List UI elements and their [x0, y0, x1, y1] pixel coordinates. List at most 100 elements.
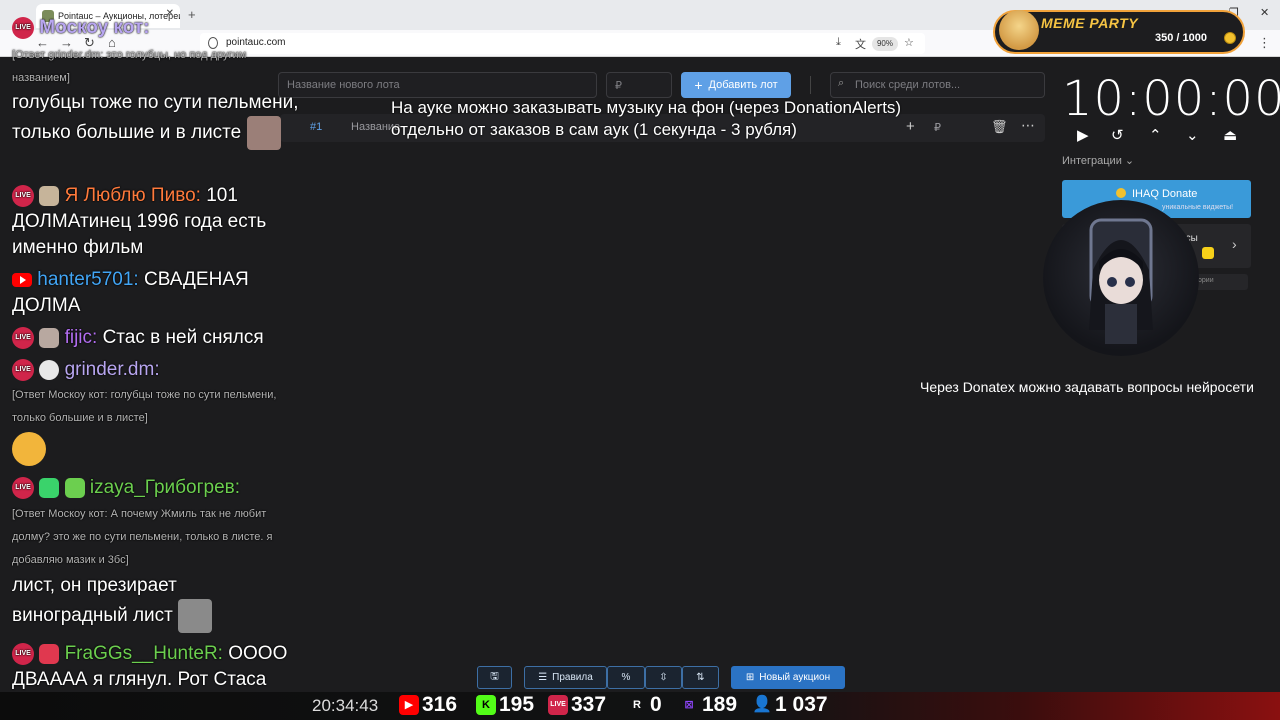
- integrations-label: Интеграции: [1062, 155, 1122, 167]
- lot-add-amount-icon[interactable]: +: [906, 118, 915, 135]
- chat-text-body: лист, он презирает виноградный лист: [12, 575, 177, 627]
- total-count: 1 037: [775, 693, 828, 716]
- percent-button[interactable]: %: [607, 666, 645, 689]
- delete-lot-icon[interactable]: 🗑: [991, 119, 1008, 135]
- chat-message: LIVE Я Люблю Пиво: 101 ДОЛМАтинец 1996 г…: [12, 183, 304, 261]
- percent-icon: %: [621, 672, 631, 683]
- save-icon: 🖫: [490, 671, 499, 682]
- green-badge-icon: [39, 477, 60, 498]
- kick-viewers: K 195: [476, 693, 534, 717]
- vk-live-icon: LIVE: [12, 16, 34, 39]
- twitch-viewers: ⊠ 189: [679, 693, 737, 717]
- add-lot-label: Добавить лот: [708, 79, 778, 91]
- mask-badge-icon: [39, 359, 60, 380]
- rules-button[interactable]: ☰ Правила: [524, 666, 607, 689]
- chat-message: LIVE izaya_Грибогрев:: [12, 475, 240, 501]
- rules-icon: ☰: [538, 672, 548, 683]
- total-viewers: 👤 1 037: [752, 693, 828, 717]
- translate-icon[interactable]: 文: [855, 36, 866, 52]
- chat-message: LIVE grinder.dm:: [12, 357, 160, 383]
- lot-search-input[interactable]: ⌕ Поиск среди лотов...: [830, 72, 1045, 98]
- coin-icon: [1224, 32, 1236, 44]
- lot-amount-input[interactable]: ₽: [606, 72, 672, 98]
- ihaq-logo-icon: [1116, 188, 1126, 198]
- bookmark-star-icon[interactable]: ☆: [904, 36, 914, 49]
- kick-icon: K: [476, 695, 496, 715]
- chat-message: LIVE fijic: Стас в ней снялся: [12, 325, 264, 351]
- chat-username: grinder.dm:: [64, 359, 160, 380]
- youtube-count: 316: [422, 693, 458, 716]
- download-icon[interactable]: ⤓: [836, 36, 841, 49]
- chat-reply: [Ответ Москоу кот: голубцы тоже по сути …: [12, 389, 277, 424]
- lot-currency: ₽: [934, 122, 941, 134]
- zoom-level[interactable]: 90%: [872, 37, 898, 51]
- app-menu-icon[interactable]: ⋮: [1258, 35, 1271, 51]
- ihaq-subtitle: уникальные виджеты!: [1162, 204, 1234, 211]
- subtract-time-icon[interactable]: ⌄: [1186, 126, 1199, 144]
- chat-message: LIVE Москоу кот:: [12, 15, 150, 41]
- meme-party-widget: MEME PARTY 350 / 1000: [993, 10, 1245, 54]
- twitch-count: 189: [702, 693, 738, 716]
- ihaq-title: IHAQ Donate: [1132, 188, 1198, 200]
- toolbar-divider: [810, 76, 811, 94]
- sort-icon: ⇅: [696, 672, 705, 683]
- new-auction-button[interactable]: ⊞ Новый аукцион: [731, 666, 845, 689]
- user-icon: 👤: [752, 696, 772, 713]
- chat-username: fijic:: [64, 327, 98, 348]
- lot-more-icon[interactable]: ⋯: [1021, 117, 1035, 134]
- chat-text: лист, он презирает виноградный лист: [12, 573, 262, 633]
- webcam-avatar: [1043, 200, 1199, 356]
- music-order-announcement: На ауке можно заказывать музыку на фон (…: [391, 97, 901, 141]
- stream-clock: 20:34:43: [312, 696, 379, 715]
- new-lot-input[interactable]: Название нового лота: [278, 72, 597, 98]
- youtube-icon: ▶: [399, 695, 419, 715]
- search-icon: ⌕: [838, 77, 845, 89]
- stream-chat-overlay: LIVE Москоу кот: [Ответ grinder.dm: это …: [12, 0, 312, 720]
- youtube-icon: [12, 272, 32, 287]
- add-time-icon[interactable]: ⌃: [1149, 126, 1162, 144]
- split-button[interactable]: ⇳: [645, 666, 682, 689]
- vk-live-icon: LIVE: [12, 326, 34, 349]
- integration-badge-icon: [1202, 247, 1214, 259]
- vk-live-icon: LIVE: [12, 476, 34, 499]
- vtuber-avatar-icon: [1089, 218, 1153, 344]
- new-auction-icon: ⊞: [745, 672, 755, 683]
- chat-username: Москоу кот:: [39, 17, 150, 38]
- close-window-icon[interactable]: ✕: [1260, 6, 1269, 19]
- sort-button[interactable]: ⇅: [682, 666, 719, 689]
- chat-username: Я Люблю Пиво:: [64, 185, 201, 206]
- chat-username: FraGGs__HunteR:: [64, 643, 223, 664]
- vk-live-icon: LIVE: [548, 695, 568, 715]
- vk-live-icon: LIVE: [12, 184, 34, 207]
- vk-count: 337: [571, 693, 607, 716]
- lot-search-placeholder: Поиск среди лотов...: [855, 79, 961, 91]
- auction-timer: 10:00:00: [1062, 71, 1280, 127]
- vk-live-icon: LIVE: [12, 358, 34, 381]
- save-button[interactable]: 🖫: [477, 666, 512, 689]
- chat-message: hanter5701: СВАДЕНАЯ ДОЛМА: [12, 267, 304, 319]
- stream-stats-bar: 20:34:43 ▶ 316 K 195 LIVE 337 R 0 ⊠ 189 …: [0, 692, 1280, 720]
- kick-count: 195: [499, 693, 535, 716]
- new-auction-label: Новый аукцион: [759, 672, 831, 683]
- rumble-viewers: R 0: [627, 693, 662, 717]
- split-icon: ⇳: [659, 672, 668, 683]
- face-emote-icon: [178, 599, 213, 633]
- red-badge-icon: [39, 643, 60, 664]
- leaf-badge-icon: [64, 477, 85, 498]
- vk-viewers: LIVE 337: [548, 693, 606, 717]
- chat-text: голубцы тоже по сути пельмени, только бо…: [12, 90, 304, 150]
- plus-icon: +: [694, 77, 703, 93]
- play-icon[interactable]: ▶: [1077, 126, 1089, 144]
- chevron-right-icon[interactable]: ›: [1232, 236, 1237, 252]
- collapse-icon[interactable]: ⏏: [1223, 126, 1237, 144]
- add-lot-button[interactable]: + Добавить лот: [681, 72, 791, 98]
- integrations-dropdown[interactable]: Интеграции ⌄: [1062, 154, 1134, 167]
- chat-username: izaya_Грибогрев:: [89, 477, 241, 498]
- chat-emote-line: [12, 432, 46, 466]
- rumble-icon: R: [633, 699, 641, 711]
- twitch-icon: ⊠: [684, 699, 694, 711]
- reset-timer-icon[interactable]: ↺: [1111, 126, 1124, 144]
- emoji-emote-icon: [12, 432, 46, 466]
- cat-badge-icon: [39, 327, 60, 348]
- user-badge-icon: [39, 185, 60, 206]
